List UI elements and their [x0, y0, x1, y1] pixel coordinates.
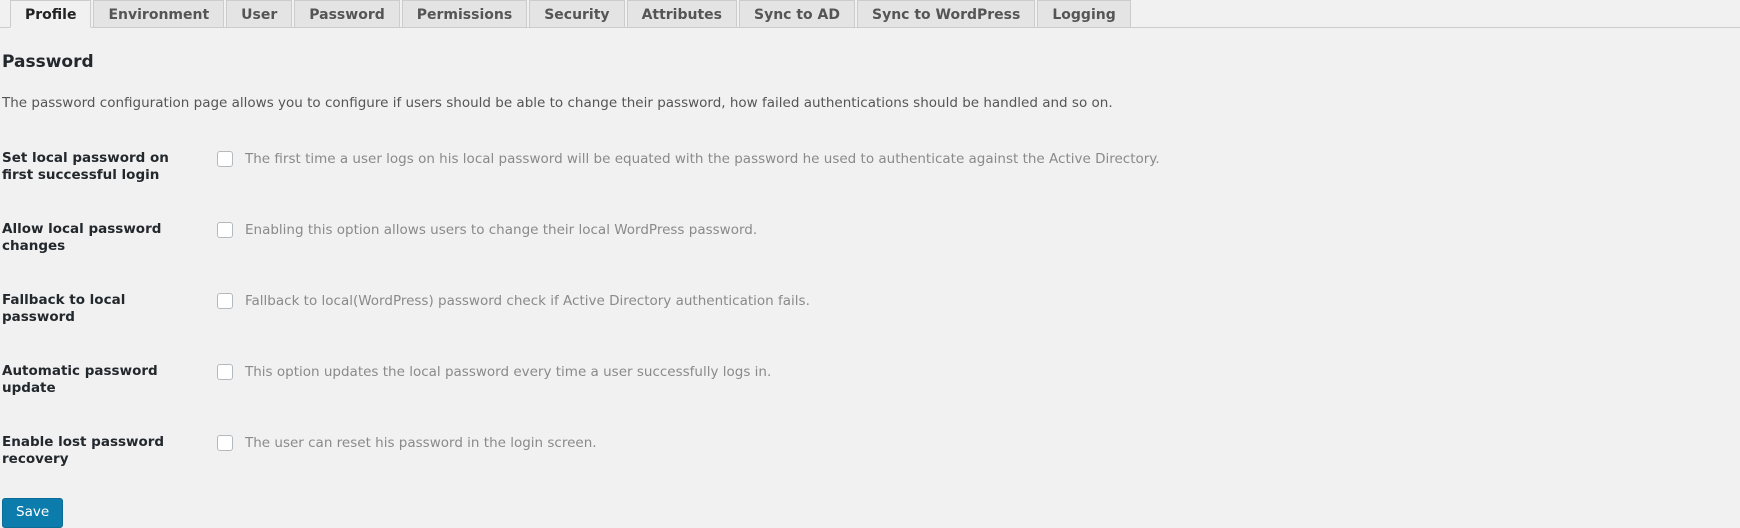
tab-profile[interactable]: Profile: [10, 0, 92, 28]
setting-description: This option updates the local password e…: [245, 364, 772, 381]
setting-field-row: This option updates the local password e…: [212, 363, 1730, 382]
setting-field: Fallback to local(WordPress) password ch…: [212, 273, 1740, 344]
setting-field-row: The first time a user logs on his local …: [212, 150, 1730, 169]
tab-security[interactable]: Security: [529, 0, 625, 28]
page-title: Password: [2, 52, 94, 72]
settings-table: Set local password on first successful l…: [0, 131, 1740, 486]
tab-logging[interactable]: Logging: [1037, 0, 1131, 28]
setting-row: Set local password on first successful l…: [0, 131, 1740, 202]
setting-label: Allow local password changes: [2, 221, 162, 254]
setting-row: Automatic password update This option upd…: [0, 344, 1740, 415]
setting-description: The user can reset his password in the l…: [245, 435, 597, 452]
tab-user[interactable]: User: [226, 0, 293, 28]
setting-checkbox[interactable]: [217, 435, 233, 452]
tab-environment[interactable]: Environment: [93, 0, 225, 28]
tab-permissions[interactable]: Permissions: [401, 0, 528, 28]
setting-row: Fallback to local password Fallback to lo…: [0, 273, 1740, 344]
setting-field-row: Fallback to local(WordPress) password ch…: [212, 292, 1730, 311]
page-description: The password configuration page allows y…: [2, 95, 1113, 112]
setting-description: Fallback to local(WordPress) password ch…: [245, 293, 810, 310]
save-button-wrapper: Save: [2, 497, 1740, 528]
tab-attributes[interactable]: Attributes: [626, 0, 737, 28]
setting-row: Allow local password changes Enabling thi…: [0, 202, 1740, 273]
setting-label: Fallback to local password: [2, 292, 126, 325]
setting-checkbox[interactable]: [217, 364, 233, 381]
setting-description: The first time a user logs on his local …: [245, 151, 1160, 168]
setting-field-row: The user can reset his password in the l…: [212, 434, 1730, 453]
setting-field-row: Enabling this option allows users to cha…: [212, 221, 1730, 240]
page-content: Password The password configuration page…: [0, 52, 1740, 528]
setting-label: Enable lost password recovery: [2, 434, 165, 467]
tab-password[interactable]: Password: [294, 0, 400, 28]
setting-field: The first time a user logs on his local …: [212, 131, 1740, 202]
setting-field: Enabling this option allows users to cha…: [212, 202, 1740, 273]
setting-label: Automatic password update: [2, 363, 158, 396]
save-button[interactable]: Save: [2, 497, 64, 528]
setting-checkbox[interactable]: [217, 151, 233, 168]
setting-field: This option updates the local password e…: [212, 344, 1740, 415]
setting-field: The user can reset his password in the l…: [212, 415, 1740, 486]
tab-bar: Profile Environment User Password Permission…: [0, 0, 1740, 28]
tab-sync-to-ad[interactable]: Sync to AD: [739, 0, 855, 28]
setting-checkbox[interactable]: [217, 222, 233, 239]
setting-checkbox[interactable]: [217, 293, 233, 310]
setting-label: Set local password on first successful l…: [2, 150, 169, 183]
setting-row: Enable lost password recovery The user ca…: [0, 415, 1740, 486]
tab-sync-to-wordpress[interactable]: Sync to WordPress: [857, 0, 1036, 28]
setting-description: Enabling this option allows users to cha…: [245, 222, 758, 239]
